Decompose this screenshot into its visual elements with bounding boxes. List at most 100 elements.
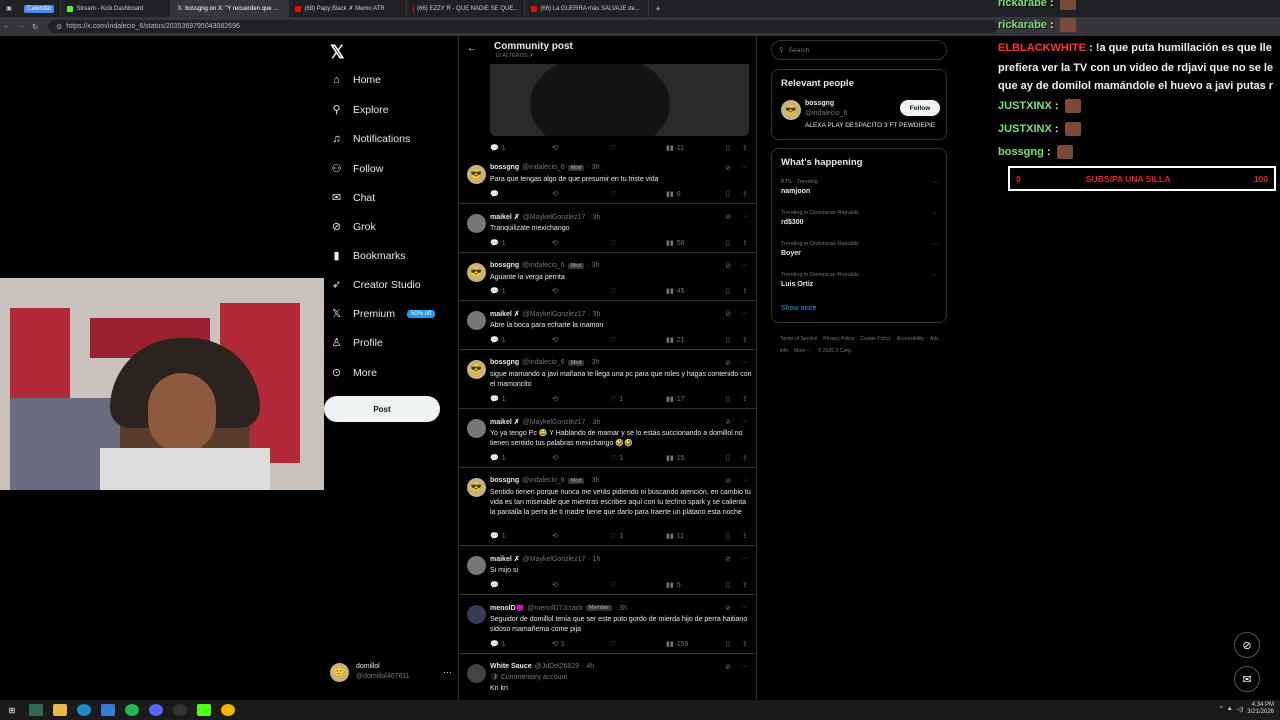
- post-time[interactable]: · 1h: [588, 556, 600, 563]
- avatar[interactable]: [467, 311, 486, 330]
- repost-button[interactable]: ⟲: [552, 581, 610, 589]
- back-arrow-icon[interactable]: ←: [467, 43, 477, 54]
- nav-item-creator-studio[interactable]: ➶ Creator Studio: [330, 278, 421, 292]
- reply-post[interactable]: 😎 bossgng @indalecio_6 Mod · 3h ⊘ ··· sigue mam…: [459, 350, 756, 409]
- avatar[interactable]: 😎: [467, 360, 486, 379]
- like-button[interactable]: ♡: [610, 581, 666, 589]
- avatar[interactable]: [467, 556, 486, 575]
- share-icon[interactable]: ⇪: [742, 454, 750, 462]
- bookmark-icon[interactable]: ▯: [726, 190, 742, 198]
- avatar[interactable]: 😎: [467, 478, 486, 497]
- grok-icon[interactable]: ⊘: [725, 213, 731, 221]
- nav-item-profile[interactable]: ♙ Profile: [330, 336, 383, 350]
- terminal-icon[interactable]: [29, 704, 43, 716]
- footer-link[interactable]: Accessibility: [897, 336, 924, 342]
- nav-item-bookmarks[interactable]: ▮ Bookmarks: [330, 249, 405, 263]
- messages-icon[interactable]: ✉: [1234, 666, 1260, 692]
- back-icon[interactable]: ←: [0, 23, 14, 30]
- obs-icon[interactable]: [173, 704, 187, 716]
- reply-post[interactable]: 😎 bossgng @indalecio_6 Mod · 3h ⊘ ··· Sentido t…: [459, 468, 756, 546]
- x-logo-icon[interactable]: 𝕏: [330, 42, 345, 63]
- author-handle[interactable]: @JdDel26829: [535, 663, 579, 670]
- site-info-icon[interactable]: ⚙: [56, 23, 62, 31]
- trend-item[interactable]: Trending in Dominican Republic Luis Ortiz…: [781, 272, 939, 288]
- edge-icon[interactable]: [77, 704, 91, 716]
- repost-button[interactable]: ⟲ 1: [552, 640, 610, 649]
- grok-icon[interactable]: ⊘: [725, 663, 731, 671]
- repost-button[interactable]: ⟲: [552, 395, 610, 403]
- author-name[interactable]: bossgng: [490, 164, 519, 171]
- tab-calendar[interactable]: Calendar: [18, 0, 62, 17]
- author-name[interactable]: White Sauce: [490, 663, 532, 670]
- network-icon[interactable]: ▲: [1227, 706, 1233, 712]
- views-button[interactable]: ▮▮ 159: [666, 640, 726, 649]
- bookmark-icon[interactable]: ▯: [726, 336, 742, 344]
- post-time[interactable]: · 3h: [587, 359, 599, 366]
- tab-x-post[interactable]: 𝕏bossgng on X: "Y recuerden que ...: [171, 0, 290, 17]
- spotify-icon[interactable]: [125, 704, 139, 716]
- author-handle[interactable]: @indalecio_6: [522, 477, 565, 484]
- new-tab-icon[interactable]: +: [649, 4, 666, 14]
- volume-icon[interactable]: ◁): [1237, 706, 1244, 713]
- grok-icon[interactable]: ⊘: [725, 418, 731, 426]
- avatar[interactable]: [467, 419, 486, 438]
- bookmark-icon[interactable]: ▯: [726, 640, 742, 648]
- reply-post[interactable]: menolD😈 @menolD7Jcrack Member · 3h ⊘ ··· Segui…: [459, 595, 756, 654]
- more-horizontal-icon[interactable]: ···: [741, 604, 748, 612]
- reply-post[interactable]: maikel ✗ @MaykelGonzlez17 · 1h ⊘ ··· Si mijo …: [459, 546, 756, 595]
- tray-chevron-icon[interactable]: ^: [1220, 706, 1223, 712]
- footer-link[interactable]: Terms of Service: [780, 336, 817, 342]
- repost-button[interactable]: ⟲: [552, 190, 610, 198]
- tab-youtube-2[interactable]: (66) EZZY R - QUE NADIE SE QUE...: [407, 0, 526, 17]
- reply-button[interactable]: 💬 1: [490, 287, 552, 296]
- more-horizontal-icon[interactable]: ···: [741, 164, 748, 172]
- reply-post[interactable]: maikel ✗ @MaykelGonzlez17 · 3h ⊘ ··· Tranquil…: [459, 204, 756, 253]
- relevant-person-name[interactable]: bossgng: [805, 100, 834, 107]
- like-button[interactable]: ♡: [610, 239, 666, 247]
- like-button[interactable]: ♡ 1: [610, 532, 666, 541]
- views-button[interactable]: ▮▮ 56: [666, 239, 726, 248]
- nav-item-more[interactable]: ⊙ More: [330, 366, 377, 380]
- store-icon[interactable]: [101, 704, 115, 716]
- like-button[interactable]: ♡ 1: [610, 395, 666, 404]
- share-icon[interactable]: ⇪: [742, 287, 750, 295]
- reply-button[interactable]: 💬 1: [490, 144, 552, 153]
- author-name[interactable]: maikel ✗: [490, 213, 520, 221]
- views-button[interactable]: ▮▮ 15: [666, 454, 726, 463]
- more-horizontal-icon[interactable]: ···: [932, 241, 939, 248]
- folder-icon[interactable]: [53, 704, 67, 716]
- tab-kick-dashboard[interactable]: Stream - Kick Dashboard: [61, 0, 172, 17]
- share-icon[interactable]: ⇪: [742, 581, 750, 589]
- trend-item[interactable]: Trending in Dominican Republic Boyer ···: [781, 241, 939, 257]
- grok-icon[interactable]: ⊘: [725, 477, 731, 485]
- discord-icon[interactable]: [149, 704, 163, 716]
- repost-button[interactable]: ⟲: [552, 336, 610, 344]
- author-handle[interactable]: @MaykelGonzlez17: [523, 556, 586, 563]
- search-input[interactable]: ⚲ Search: [771, 40, 947, 60]
- reply-post[interactable]: 😎 bossgng @indalecio_6 Mod · 3h ⊘ ··· Para que …: [459, 155, 756, 204]
- forward-icon[interactable]: →: [14, 23, 28, 30]
- share-icon[interactable]: ⇪: [742, 640, 750, 648]
- reply-button[interactable]: 💬 1: [490, 640, 552, 649]
- show-more-link[interactable]: Show more: [781, 305, 816, 312]
- author-handle[interactable]: @MaykelGonzlez17: [523, 311, 586, 318]
- post-time[interactable]: · 3h: [587, 477, 599, 484]
- kick-icon[interactable]: [197, 704, 211, 716]
- more-horizontal-icon[interactable]: ···: [443, 667, 452, 677]
- author-handle[interactable]: @indalecio_6: [522, 359, 565, 366]
- more-horizontal-icon[interactable]: ···: [741, 310, 748, 318]
- like-button[interactable]: ♡: [610, 640, 666, 648]
- views-button[interactable]: ▮▮ 5: [666, 581, 726, 590]
- views-button[interactable]: ▮▮ 21: [666, 336, 726, 345]
- author-name[interactable]: bossgng: [490, 477, 519, 484]
- like-button[interactable]: ♡: [610, 336, 666, 344]
- post-time[interactable]: · 3h: [588, 214, 600, 221]
- author-handle[interactable]: @MaykelGonzlez17: [523, 214, 586, 221]
- grok-icon[interactable]: ⊘: [725, 310, 731, 318]
- more-horizontal-icon[interactable]: ···: [741, 477, 748, 485]
- footer-link[interactable]: Cookie Policy: [860, 336, 890, 342]
- account-switcher[interactable]: 🙂 domillol @domillol467611 ···: [330, 662, 452, 682]
- reply-button[interactable]: 💬 1: [490, 336, 552, 345]
- more-horizontal-icon[interactable]: ···: [741, 213, 748, 221]
- chrome-icon[interactable]: [221, 704, 235, 716]
